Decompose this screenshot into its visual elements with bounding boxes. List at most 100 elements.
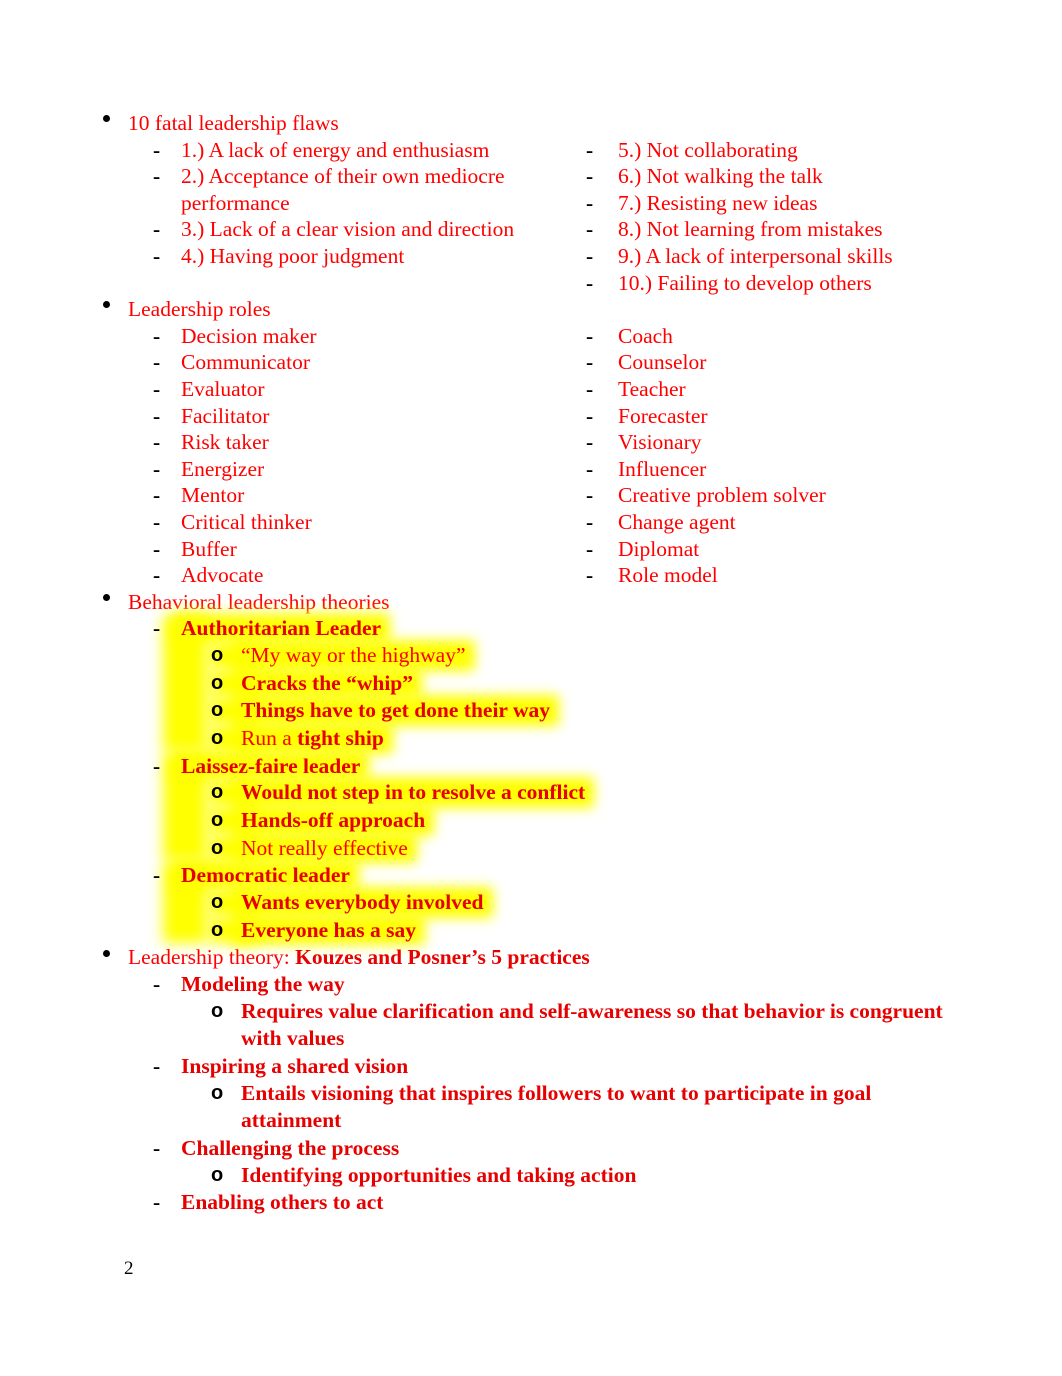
circle-marker-icon: o bbox=[211, 1163, 224, 1186]
list-item-label: Forecaster bbox=[618, 403, 708, 428]
list-item-label: Influencer bbox=[618, 456, 707, 481]
style-name-label: Laissez-faire leader bbox=[181, 753, 361, 778]
practice-name: Challenging the process bbox=[181, 1135, 400, 1160]
circle-marker-icon: o bbox=[211, 671, 224, 694]
list-item: - 2.) Acceptance of their own mediocre p… bbox=[153, 163, 580, 216]
dash-marker-icon: - bbox=[586, 270, 594, 295]
style-points-list: o “My way or the highway” o Cracks the “… bbox=[181, 642, 966, 753]
list-item: - Teacher bbox=[580, 376, 966, 403]
leadership-style-democratic: - Democratic leader o Wants everybody in… bbox=[153, 862, 966, 944]
list-item: o Identifying opportunities and taking a… bbox=[209, 1162, 966, 1190]
practice-modeling-the-way: - Modeling the way o Requires value clar… bbox=[153, 971, 966, 1053]
practice-enabling-others-to-act: - Enabling others to act bbox=[153, 1189, 966, 1216]
list-item-label: Visionary bbox=[618, 430, 702, 455]
section-heading-plain: Leadership theory: bbox=[128, 945, 296, 970]
list-item-label: Buffer bbox=[181, 536, 237, 561]
dash-marker-icon: - bbox=[153, 1190, 161, 1215]
dash-marker-icon: - bbox=[153, 863, 161, 888]
list-item: - Facilitator bbox=[153, 403, 580, 430]
list-item: - Forecaster bbox=[580, 403, 966, 430]
list-item-label: Teacher bbox=[618, 376, 686, 401]
section-heading: Leadership theory: Kouzes and Posner’s 5… bbox=[128, 944, 966, 971]
list-item: - 5.) Not collaborating bbox=[580, 137, 966, 164]
list-item: - Evaluator bbox=[153, 376, 580, 403]
list-item: o Entails visioning that inspires follow… bbox=[209, 1080, 966, 1135]
list-item-label: Critical thinker bbox=[181, 509, 312, 534]
dash-marker-icon: - bbox=[153, 509, 161, 534]
list-item: - Buffer bbox=[153, 536, 580, 563]
list-item: o Run a tight ship bbox=[209, 725, 966, 753]
document-page: 10 fatal leadership flaws - 1.) A lack o… bbox=[0, 0, 1062, 1376]
list-item: - Mentor bbox=[153, 482, 580, 509]
list-item: o Hands-off approach bbox=[209, 807, 966, 835]
sublist-left: - Decision maker - Communicator - Evalua… bbox=[128, 323, 580, 589]
list-item-label: Decision maker bbox=[181, 323, 317, 348]
list-item-label: Mentor bbox=[181, 483, 245, 508]
list-item-label: Counselor bbox=[618, 350, 707, 375]
list-item-label: Role model bbox=[618, 563, 718, 588]
dash-marker-icon: - bbox=[586, 456, 594, 481]
list-item-label: 1.) A lack of energy and enthusiasm bbox=[181, 137, 490, 162]
dash-marker-icon: - bbox=[153, 137, 161, 162]
dash-marker-icon: - bbox=[586, 217, 594, 242]
point-highlighted: Wants everybody involved bbox=[241, 889, 484, 917]
dash-marker-icon: - bbox=[153, 971, 161, 996]
point-label: Everyone has a say bbox=[241, 917, 416, 942]
point-highlighted: Everyone has a say bbox=[241, 917, 416, 945]
dash-marker-icon: - bbox=[153, 563, 161, 588]
list-item: - 8.) Not learning from mistakes bbox=[580, 216, 966, 243]
dash-marker-icon: - bbox=[586, 137, 594, 162]
list-item-label: 7.) Resisting new ideas bbox=[618, 190, 818, 215]
list-item: - Visionary bbox=[580, 429, 966, 456]
dash-marker-icon: - bbox=[153, 616, 161, 641]
list-item: - Critical thinker bbox=[153, 509, 580, 536]
list-item: - Energizer bbox=[153, 456, 580, 483]
circle-marker-icon: o bbox=[211, 726, 224, 749]
section-heading-bold: Kouzes and Posner’s 5 practices bbox=[295, 945, 590, 970]
list-item-label: Evaluator bbox=[181, 376, 265, 401]
dash-marker-icon: - bbox=[153, 350, 161, 375]
dash-marker-icon: - bbox=[153, 430, 161, 455]
list-item: - 7.) Resisting new ideas bbox=[580, 190, 966, 217]
dash-marker-icon: - bbox=[586, 323, 594, 348]
page-number: 2 bbox=[124, 1258, 134, 1279]
list-item: - Communicator bbox=[153, 349, 580, 376]
practice-challenging-the-process: - Challenging the process o Identifying … bbox=[153, 1135, 966, 1189]
column-left: - 1.) A lack of energy and enthusiasm - … bbox=[128, 137, 580, 270]
list-item: o Everyone has a say bbox=[209, 917, 966, 945]
dash-marker-icon: - bbox=[153, 243, 161, 268]
list-item: o Not really effective bbox=[209, 835, 966, 863]
column-right: - Coach - Counselor - Teacher - Forecast… bbox=[580, 323, 966, 589]
list-item: - Risk taker bbox=[153, 429, 580, 456]
leadership-style-laissez-faire: - Laissez-faire leader o Would not step … bbox=[153, 753, 966, 863]
dash-marker-icon: - bbox=[153, 376, 161, 401]
point-label: Not really effective bbox=[241, 835, 408, 860]
list-item: - 6.) Not walking the talk bbox=[580, 163, 966, 190]
point-prefix: Run a bbox=[241, 725, 298, 750]
list-item-label: 3.) Lack of a clear vision and direction bbox=[181, 217, 515, 242]
outline-section-fatal-flaws: 10 fatal leadership flaws - 1.) A lack o… bbox=[96, 110, 966, 296]
sublist-right: - Coach - Counselor - Teacher - Forecast… bbox=[580, 323, 966, 589]
two-column-row: - Decision maker - Communicator - Evalua… bbox=[128, 323, 966, 589]
point-label: Hands-off approach bbox=[241, 807, 426, 832]
circle-marker-icon: o bbox=[211, 808, 224, 831]
dash-marker-icon: - bbox=[153, 536, 161, 561]
dash-marker-icon: - bbox=[586, 403, 594, 428]
practices-list: - Modeling the way o Requires value clar… bbox=[128, 971, 966, 1216]
list-item-label: 10.) Failing to develop others bbox=[618, 270, 872, 295]
practice-name: Modeling the way bbox=[181, 971, 345, 996]
list-item: - Decision maker bbox=[153, 323, 580, 350]
list-item-label: 9.) A lack of interpersonal skills bbox=[618, 243, 893, 268]
dash-marker-icon: - bbox=[586, 536, 594, 561]
circle-marker-icon: o bbox=[211, 1081, 224, 1104]
leadership-style-authoritarian: - Authoritarian Leader o “My way or the … bbox=[153, 615, 966, 752]
list-item: - Diplomat bbox=[580, 536, 966, 563]
list-item-label: 6.) Not walking the talk bbox=[618, 164, 823, 189]
circle-marker-icon: o bbox=[211, 836, 224, 859]
sublist-left: - 1.) A lack of energy and enthusiasm - … bbox=[128, 137, 580, 270]
list-item-label: Facilitator bbox=[181, 403, 270, 428]
point-highlighted: Run a tight ship bbox=[241, 725, 384, 753]
list-item: o Cracks the “whip” bbox=[209, 670, 966, 698]
point-highlighted: Things have to get done their way bbox=[241, 697, 550, 725]
list-item: - Advocate bbox=[153, 562, 580, 589]
